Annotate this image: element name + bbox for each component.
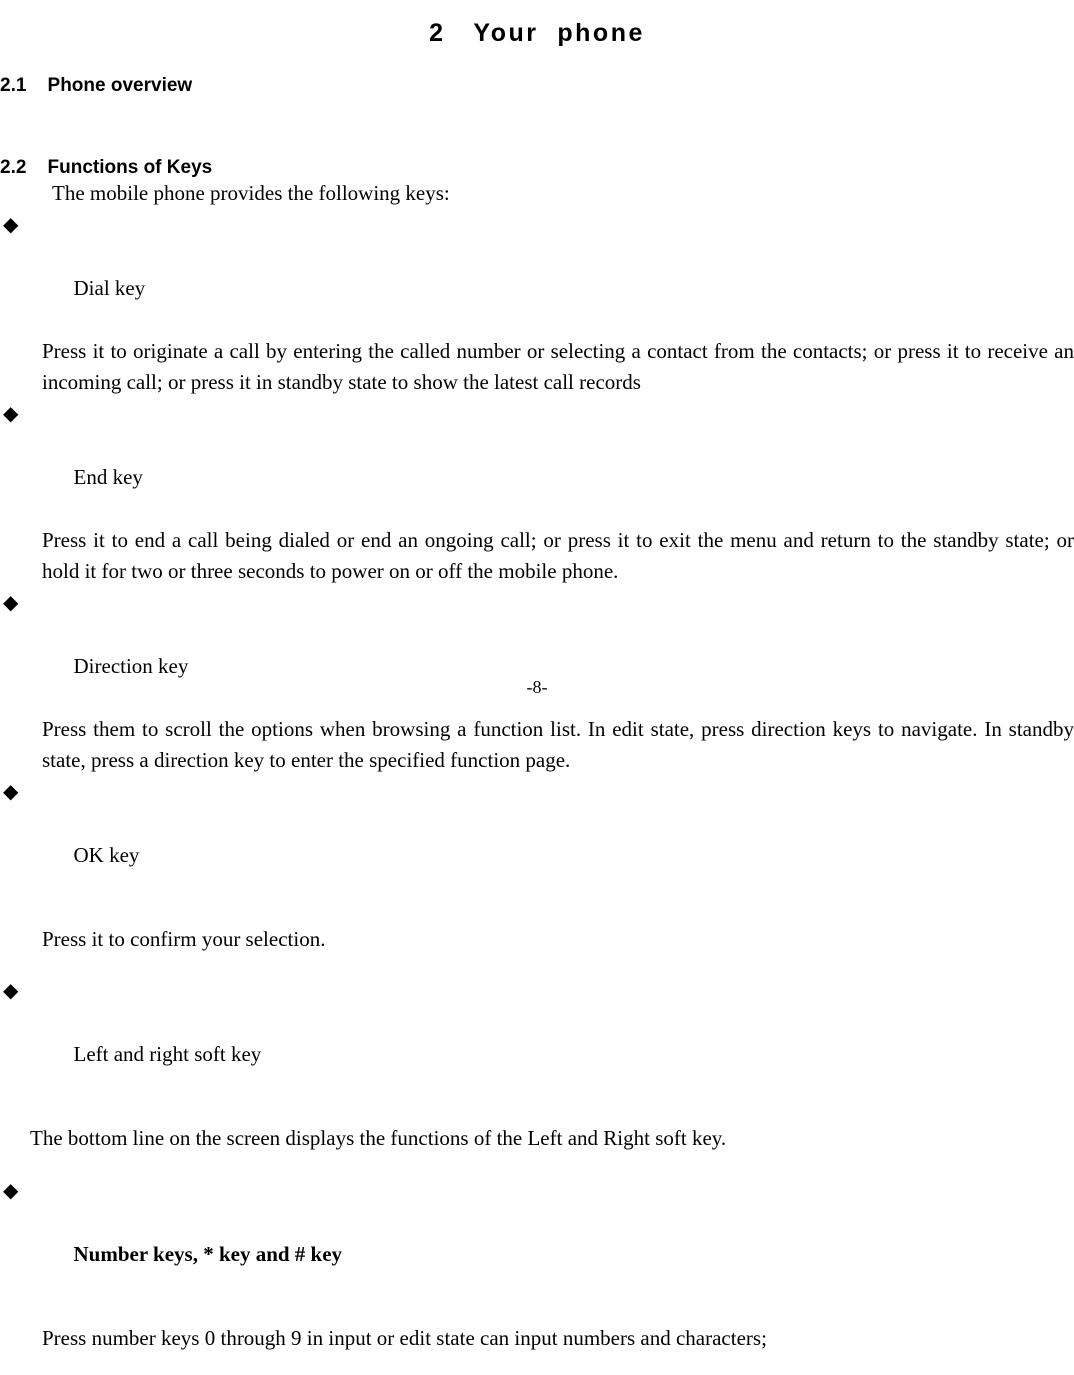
key-item-ok-key: ◆ OK key: [0, 777, 1074, 903]
key-description-left-right-soft-key: The bottom line on the screen displays t…: [30, 1126, 727, 1150]
section-heading-phone-overview: 2.1 Phone overview: [0, 74, 193, 96]
diamond-bullet-icon: ◆: [3, 213, 19, 236]
key-label-left-right-soft-key: Left and right soft key: [73, 1042, 262, 1066]
section-heading-functions-of-keys: 2.2 Functions of Keys: [0, 156, 213, 178]
key-description-ok-key: Press it to confirm your selection.: [42, 926, 326, 951]
functions-lead-text: The mobile phone provides the following …: [52, 181, 450, 205]
key-label-end-key: End key: [73, 464, 143, 489]
key-label-ok-key: OK key: [73, 842, 140, 867]
functions-of-keys-body: The mobile phone provides the following …: [0, 178, 1074, 1375]
diamond-bullet-icon: ◆: [3, 1179, 19, 1202]
key-label-direction-key: Direction key: [73, 653, 189, 678]
diamond-bullet-icon: ◆: [3, 980, 19, 1002]
diamond-bullet-icon: ◆: [3, 402, 19, 425]
key-item-left-right-soft-key: ◆ Left and right soft key: [0, 976, 1074, 1102]
key-item-end-key: ◆ End key: [0, 399, 1074, 525]
diamond-bullet-icon: ◆: [3, 591, 19, 614]
diamond-bullet-icon: ◆: [3, 780, 19, 803]
key-description-dial-key: Press it to originate a call by entering…: [42, 338, 1074, 395]
chapter-title: 2 Your phone: [429, 18, 645, 47]
page-number-footer: -8-: [526, 677, 548, 697]
key-label-number-keys: Number keys, * key and # key: [73, 1241, 343, 1266]
key-description-end-key: Press it to end a call being dialed or e…: [42, 527, 1074, 584]
key-description-number-keys: Press number keys 0 through 9 in input o…: [42, 1325, 767, 1350]
document-page: 2 Your phone 2.1 Phone overview 2.2 Func…: [0, 0, 1074, 1350]
key-item-dial-key: ◆ Dial key: [0, 210, 1074, 336]
key-description-direction-key: Press them to scroll the options when br…: [42, 716, 1074, 773]
key-label-dial-key: Dial key: [73, 275, 146, 300]
key-item-number-keys: ◆ Number keys, * key and # key: [0, 1176, 1074, 1302]
